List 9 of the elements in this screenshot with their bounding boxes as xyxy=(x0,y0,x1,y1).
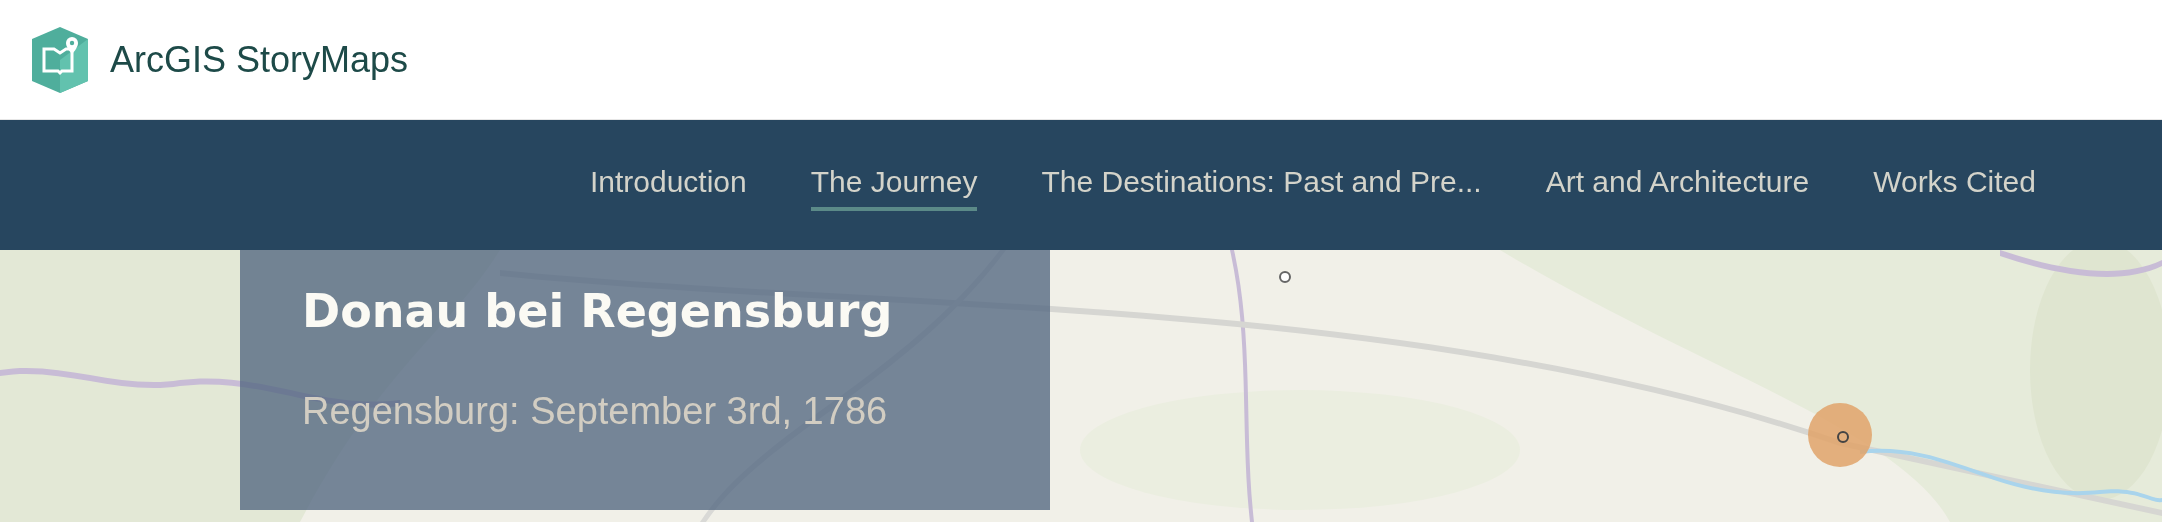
nav-tab[interactable]: The Journey xyxy=(810,159,978,211)
brand-name: ArcGIS StoryMaps xyxy=(110,38,409,81)
card-subtitle: Regensburg: September 3rd, 1786 xyxy=(302,390,889,433)
nav-tab[interactable]: Works Cited xyxy=(1873,159,2036,211)
nav-tab[interactable]: Introduction xyxy=(589,159,747,211)
nav-tab[interactable]: Art and Architecture xyxy=(1545,159,1810,211)
logo-icon xyxy=(32,26,88,93)
nav-tab[interactable]: The Destinations: Past and Pre... xyxy=(1041,159,1482,211)
card-title: Donau bei Regensburg xyxy=(302,284,894,338)
